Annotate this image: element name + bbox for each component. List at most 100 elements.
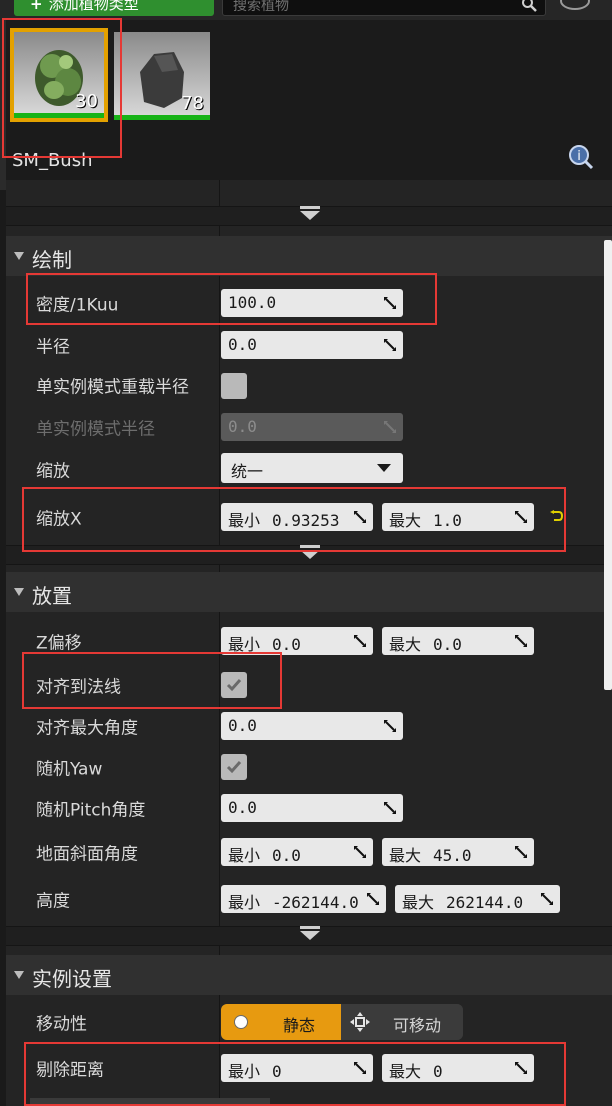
spin-icon[interactable] — [383, 801, 397, 815]
spin-icon[interactable] — [514, 845, 528, 859]
mobility-toggle: 静态 可移动 — [221, 1004, 463, 1040]
min-prefix: 最小 — [228, 511, 261, 530]
spin-icon[interactable] — [353, 634, 367, 648]
scaling-label: 缩放 — [36, 461, 70, 482]
spin-icon[interactable] — [383, 719, 397, 733]
z-offset-label: Z偏移 — [36, 633, 82, 654]
cull-min-input[interactable]: 最小 0 — [221, 1054, 373, 1082]
cull-distance-label: 剔除距离 — [36, 1060, 104, 1081]
instance-count: 78 — [181, 93, 204, 114]
top-toolbar: + 添加植物类型 搜索植物 — [0, 0, 612, 20]
category-header-placement[interactable]: 放置 — [6, 572, 612, 612]
max-prefix: 最大 — [402, 893, 435, 912]
scale-x-min-input[interactable]: 最小 0.93253 — [221, 503, 373, 531]
mobility-static-option[interactable]: 静态 — [221, 1004, 341, 1040]
help-icon[interactable]: i — [568, 144, 594, 170]
property-row-align-max-angle: 对齐最大角度 0.0 — [6, 706, 612, 746]
min-prefix: 最小 — [228, 1062, 261, 1081]
spin-icon[interactable] — [353, 1061, 367, 1075]
density-input[interactable]: 100.0 — [221, 289, 403, 317]
ground-slope-max-input[interactable]: 最大 45.0 — [382, 838, 534, 866]
scale-x-max-value: 1.0 — [433, 511, 462, 530]
add-foliage-type-button[interactable]: + 添加植物类型 — [14, 0, 214, 16]
ground-slope-min-input[interactable]: 最小 0.0 — [221, 838, 373, 866]
spin-icon[interactable] — [366, 892, 380, 906]
height-max-value: 262144.0 — [446, 893, 524, 912]
scale-x-label: 缩放X — [36, 509, 82, 530]
spin-icon[interactable] — [514, 1061, 528, 1075]
max-prefix: 最大 — [389, 511, 422, 530]
radius-label: 半径 — [36, 337, 70, 358]
search-foliage-input[interactable]: 搜索植物 — [222, 0, 546, 16]
height-max-input[interactable]: 最大 262144.0 — [395, 885, 560, 913]
property-row-single-override: 单实例模式重载半径 — [6, 365, 612, 405]
random-pitch-input[interactable]: 0.0 — [221, 794, 403, 822]
spin-icon[interactable] — [353, 510, 367, 524]
plus-icon: + — [30, 0, 43, 13]
scaling-dropdown[interactable]: 统一 — [221, 453, 403, 483]
property-row-scale-x: 缩放X 最小 0.93253 最大 1.0 — [6, 497, 612, 537]
min-prefix: 最小 — [228, 893, 261, 912]
section-separator[interactable] — [6, 926, 612, 946]
scale-x-max-input[interactable]: 最大 1.0 — [382, 503, 534, 531]
expand-arrow-icon — [300, 926, 320, 940]
radius-value: 0.0 — [228, 335, 257, 354]
z-offset-max-input[interactable]: 最大 0.0 — [382, 627, 534, 655]
selected-foliage-name: SM_Bush — [12, 150, 93, 171]
spin-icon[interactable] — [383, 296, 397, 310]
section-separator[interactable] — [6, 545, 612, 565]
mobility-movable-option[interactable]: 可移动 — [343, 1004, 463, 1040]
search-icon[interactable] — [521, 0, 537, 12]
cull-min-value: 0 — [272, 1062, 282, 1081]
collapse-caret-icon — [14, 252, 24, 260]
property-row-cull-distance: 剔除距离 最小 0 最大 0 — [6, 1048, 612, 1088]
usage-bar — [14, 113, 104, 118]
foliage-thumbnail-bush[interactable]: 30 — [10, 28, 108, 122]
spin-icon[interactable] — [540, 892, 554, 906]
random-yaw-checkbox[interactable] — [221, 754, 247, 780]
section-separator[interactable] — [6, 206, 612, 226]
usage-bar — [114, 115, 210, 120]
single-override-checkbox[interactable] — [221, 373, 247, 399]
align-max-angle-label: 对齐最大角度 — [36, 718, 138, 739]
property-row-scaling: 缩放 统一 — [6, 449, 612, 489]
settings-icon[interactable] — [560, 0, 590, 10]
property-row-ground-slope: 地面斜面角度 最小 0.0 最大 45.0 — [6, 832, 612, 872]
density-label: 密度/1Kuu — [36, 295, 119, 316]
align-normal-label: 对齐到法线 — [36, 677, 121, 698]
property-row-mobility: 移动性 静态 可移动 — [6, 1002, 612, 1042]
property-row-height: 高度 最小 -262144.0 最大 262144.0 — [6, 879, 612, 919]
details-scrollbar[interactable] — [604, 240, 612, 690]
spin-icon[interactable] — [514, 634, 528, 648]
reset-icon[interactable] — [549, 510, 563, 522]
expand-arrow-icon — [300, 206, 320, 220]
spin-icon[interactable] — [353, 845, 367, 859]
align-max-angle-input[interactable]: 0.0 — [221, 712, 403, 740]
scaling-selected-value: 统一 — [231, 462, 264, 481]
min-prefix: 最小 — [228, 846, 261, 865]
height-min-input[interactable]: 最小 -262144.0 — [221, 885, 386, 913]
property-row-random-pitch: 随机Pitch角度 0.0 — [6, 788, 612, 828]
property-row-z-offset: Z偏移 最小 0.0 最大 0.0 — [6, 621, 612, 661]
mobility-label: 移动性 — [36, 1014, 87, 1035]
z-offset-min-input[interactable]: 最小 0.0 — [221, 627, 373, 655]
move-icon — [350, 1012, 370, 1032]
spin-icon[interactable] — [383, 338, 397, 352]
single-radius-label: 单实例模式半径 — [36, 419, 155, 440]
foliage-palette: 30 78 SM_Bush i — [0, 20, 612, 180]
height-min-value: -262144.0 — [272, 893, 359, 912]
palette-scrollbar[interactable] — [0, 20, 6, 190]
align-normal-checkbox[interactable] — [221, 672, 247, 698]
radius-input[interactable]: 0.0 — [221, 331, 403, 359]
instance-count: 30 — [75, 91, 98, 112]
category-header-paint[interactable]: 绘制 — [6, 236, 612, 276]
foliage-thumbnail-rock[interactable]: 78 — [114, 32, 210, 120]
spin-icon[interactable] — [514, 510, 528, 524]
svg-text:i: i — [577, 149, 581, 164]
category-header-instance[interactable]: 实例设置 — [6, 955, 612, 995]
property-row-radius: 半径 0.0 — [6, 325, 612, 365]
cull-max-input[interactable]: 最大 0 — [382, 1054, 534, 1082]
single-override-label: 单实例模式重载半径 — [36, 377, 189, 398]
horizontal-scrollbar[interactable] — [30, 1098, 270, 1106]
min-prefix: 最小 — [228, 635, 261, 654]
